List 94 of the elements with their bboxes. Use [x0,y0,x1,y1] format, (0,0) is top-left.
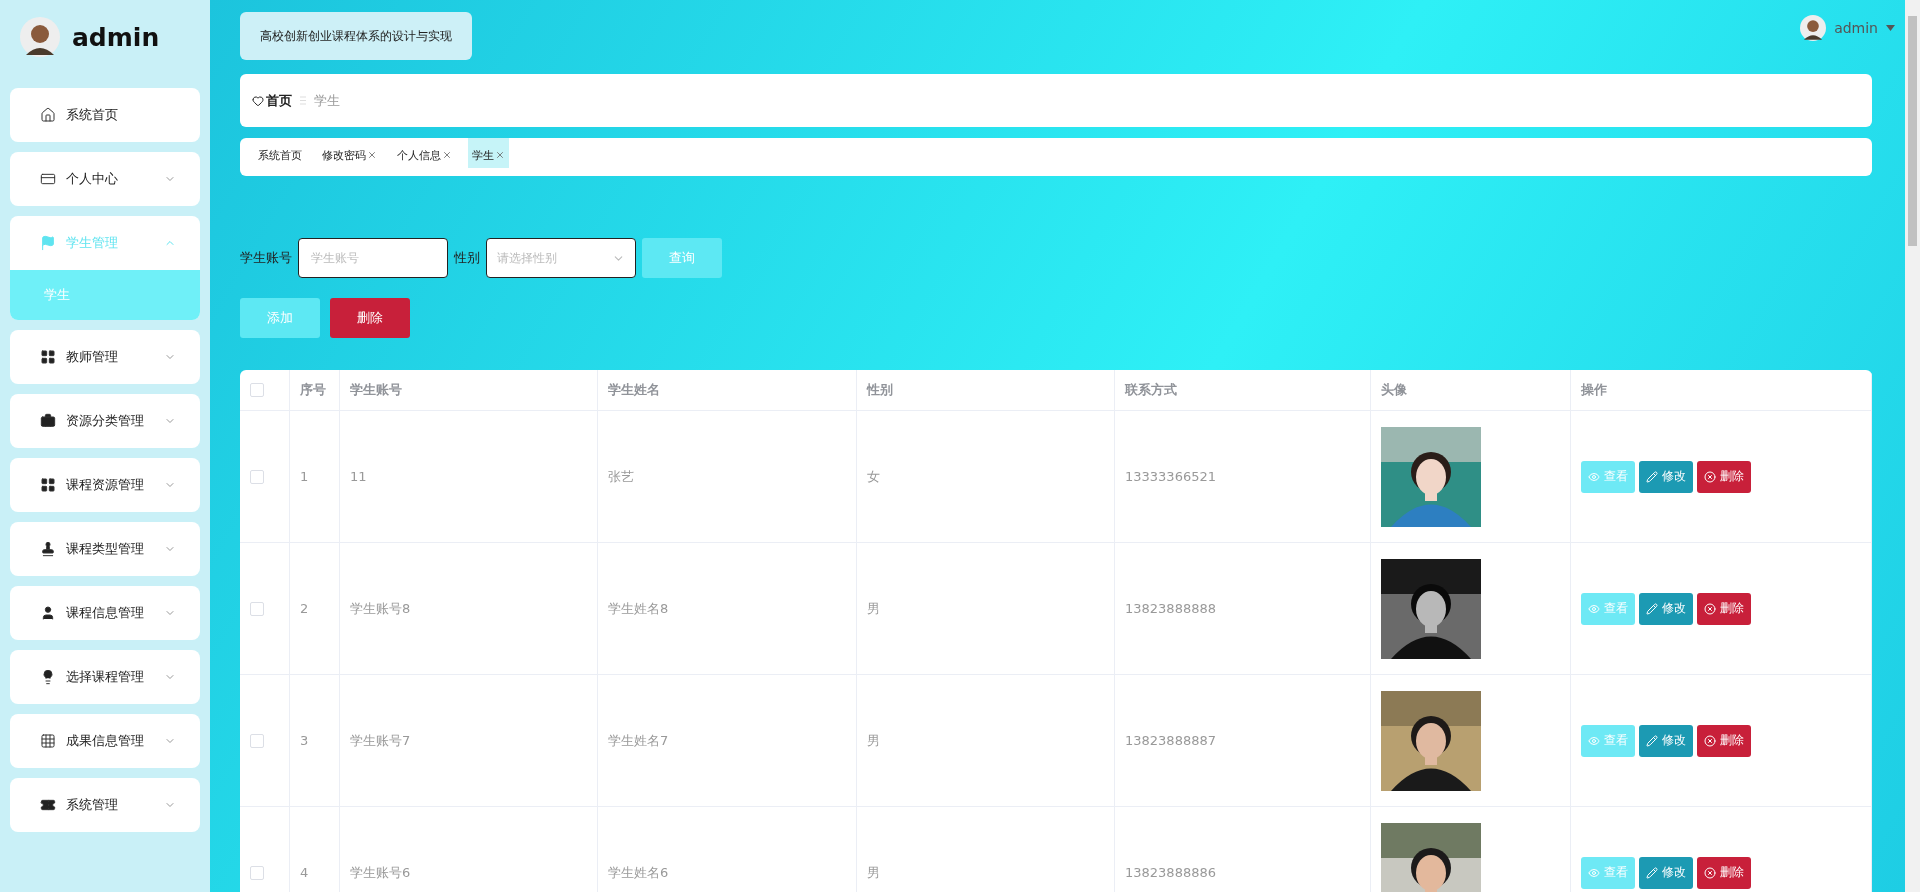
pencil-icon [1646,866,1658,879]
delete-button[interactable]: 删除 [330,298,410,338]
menu-item[interactable]: 教师管理 [10,330,200,384]
delete-button[interactable]: 删除 [1697,856,1751,889]
field-label: 学生账号 [240,249,292,267]
eye-icon [1588,734,1600,747]
column-header: 学生账号 [350,381,402,399]
circle-x-icon [1704,602,1716,615]
close-icon[interactable] [367,150,377,160]
close-icon[interactable] [442,150,452,160]
separator-icon [300,96,306,105]
table-cell: 4 [300,865,309,880]
edit-button[interactable]: 修改 [1639,592,1693,625]
column-header: 联系方式 [1125,381,1177,399]
user-name: admin [72,22,160,52]
home-icon [40,107,56,123]
tab[interactable]: 学生 [468,138,509,168]
circle-x-icon [1704,734,1716,747]
lightbulb-icon [40,669,56,685]
card-icon [40,171,56,187]
table-cell: 13823888887 [1125,733,1216,748]
table-cell: 学生账号8 [350,599,411,618]
table-cell: 张艺 [608,467,634,486]
app-title: 高校创新创业课程体系的设计与实现 [240,12,472,60]
tab[interactable]: 系统首页 [254,138,306,168]
circle-x-icon [1704,866,1716,879]
checkbox[interactable] [250,383,264,397]
input-field[interactable]: 学生账号 [298,238,448,278]
table-cell: 男 [867,599,880,618]
table-cell: 学生姓名8 [608,599,669,618]
menu-item[interactable]: 成果信息管理 [10,714,200,768]
menu-item[interactable]: 资源分类管理 [10,394,200,448]
grid-icon [40,349,56,365]
avatar-icon [1800,15,1827,41]
table-cell: 11 [350,469,367,484]
edit-button[interactable]: 修改 [1639,724,1693,757]
caret-icon [1886,25,1895,31]
table-cell: 13823888886 [1125,865,1216,880]
table-cell: 3 [300,733,309,748]
eye-icon [1588,866,1600,879]
grid-icon [40,733,56,749]
pencil-icon [1646,602,1658,615]
stamp-icon [40,541,56,557]
table-cell: 1 [300,469,309,484]
pencil-icon [1646,734,1658,747]
delete-button[interactable]: 删除 [1697,460,1751,493]
table-cell: 女 [867,467,880,486]
eye-icon [1588,602,1600,615]
user-icon [40,605,56,621]
user-menu[interactable]: admin [1834,20,1878,36]
column-header: 序号 [300,381,326,399]
circle-x-icon [1704,470,1716,483]
menu-item[interactable]: 个人中心 [10,152,200,206]
eye-icon [1588,470,1600,483]
table-cell: 男 [867,863,880,882]
table-cell: 学生姓名7 [608,731,669,750]
avatar-icon [20,17,60,57]
checkbox[interactable] [250,601,264,616]
edit-button[interactable]: 修改 [1639,460,1693,493]
menu-item[interactable]: 课程信息管理 [10,586,200,640]
ticket-icon [40,797,56,813]
table-cell: 男 [867,731,880,750]
field-label: 性别 [454,249,480,267]
table-cell: 学生姓名6 [608,863,669,882]
tab[interactable]: 个人信息 [393,138,456,168]
breadcrumb-current: 学生 [314,91,340,110]
table-cell: 2 [300,601,309,616]
column-header: 学生姓名 [608,381,660,399]
column-header: 头像 [1381,381,1407,399]
breadcrumb-home[interactable]: 首页 [252,91,292,110]
checkbox[interactable] [250,733,264,748]
table-cell: 13333366521 [1125,469,1216,484]
column-header: 操作 [1581,381,1607,399]
delete-button[interactable]: 删除 [1697,724,1751,757]
checkbox[interactable] [250,469,264,484]
table-cell: 学生账号6 [350,863,411,882]
table-cell: 学生账号7 [350,731,411,750]
menu-item[interactable]: 课程类型管理 [10,522,200,576]
checkbox[interactable] [250,865,264,880]
menu-item[interactable]: 系统首页 [10,88,200,142]
heart-icon [252,94,264,107]
close-icon[interactable] [495,150,505,160]
tab[interactable]: 修改密码 [318,138,381,168]
table-cell: 13823888888 [1125,601,1216,616]
delete-button[interactable]: 删除 [1697,592,1751,625]
grid-icon [40,477,56,493]
column-header: 性别 [867,381,893,399]
menu-item[interactable]: 选择课程管理 [10,650,200,704]
menu-item[interactable]: 课程资源管理 [10,458,200,512]
briefcase-icon [40,413,56,429]
menu-item[interactable]: 系统管理 [10,778,200,832]
edit-button[interactable]: 修改 [1639,856,1693,889]
flag-icon [40,235,56,251]
pencil-icon [1646,470,1658,483]
